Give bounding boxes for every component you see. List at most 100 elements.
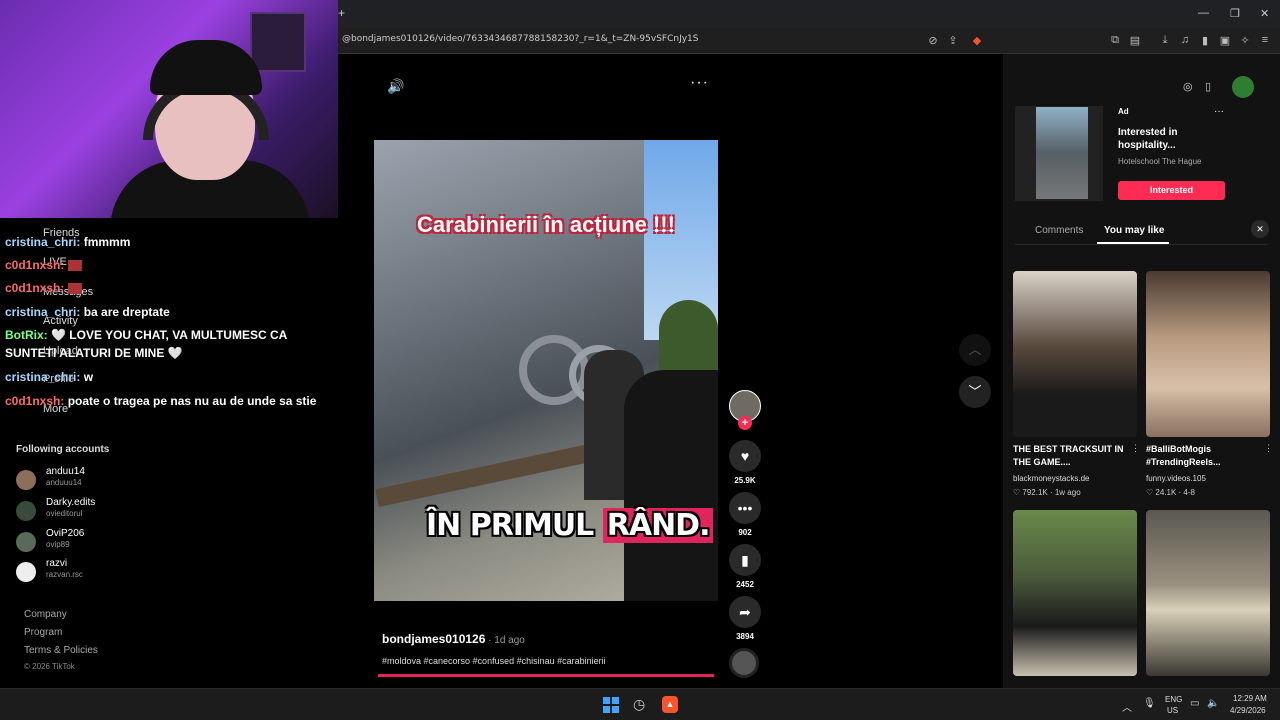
address-bar[interactable]: @bondjames010126/video/76334346877881582… [338,28,1280,54]
tab-comments[interactable]: Comments [1035,225,1083,236]
account-name: Darky.edits [46,497,96,508]
following-account[interactable]: Darky.edits ovieditorul [16,497,176,525]
language-region[interactable]: US [1167,706,1178,715]
chat-line: cristina_chri: fmmmm [5,235,131,249]
leo-icon[interactable]: ✧ [1238,34,1252,47]
phone-icon[interactable]: ▯ [1205,80,1211,93]
extensions-icon[interactable]: ⧉ [1108,34,1122,47]
chat-line: cristina_chri: w [5,370,94,384]
download-icon[interactable]: ⤓ [1158,34,1172,47]
video-thumbnail[interactable] [1013,510,1137,676]
tab-you-may-like[interactable]: You may like [1104,225,1164,236]
following-account[interactable]: anduu14 anduuu14 [16,466,176,494]
brave-shields-icon[interactable]: ◆ [970,34,984,47]
volume-icon[interactable]: 🔊 [387,78,404,95]
avatar [16,562,36,582]
rec-more-icon[interactable]: ⋮ [1264,443,1273,454]
previous-video-icon[interactable]: ︿ [959,334,991,366]
rec-title[interactable]: THE BEST TRACKSUIT IN THE GAME.... [1013,443,1129,469]
recommended-video[interactable] [1146,510,1270,676]
share-arrow-icon[interactable]: ➦ [729,596,761,628]
avatar [16,532,36,552]
like-count: 25.9K [734,476,756,485]
rec-stats: ♡ 24.1K · 4-8 [1146,488,1195,497]
account-name: OviP206 [46,528,85,539]
following-account[interactable]: razvi razvan.rsc [16,558,176,586]
no-audio-icon[interactable]: ⊘ [926,34,940,47]
follow-plus-icon[interactable]: + [738,416,752,430]
recommended-video[interactable]: THE BEST TRACKSUIT IN THE GAME.... ⋮ bla… [1013,271,1140,497]
video-author[interactable]: bondjames010126 · 1d ago [382,632,525,646]
next-video-icon[interactable]: ﹀ [959,376,991,408]
webcam-overlay [0,0,338,218]
ad-label: Ad [1118,107,1129,116]
comment-icon[interactable]: ••• [729,492,761,524]
avatar [16,501,36,521]
close-panel-icon[interactable]: ✕ [1251,220,1269,238]
app-icon[interactable]: ◷ [633,696,645,713]
like-icon[interactable]: ♥ [729,440,761,472]
comment-count: 902 [738,528,752,537]
recommended-video[interactable] [1013,510,1137,676]
music-disc-icon[interactable] [729,648,759,678]
chat-line: c0d1nxsh: [5,281,82,295]
video-progress-bar[interactable] [378,674,714,677]
emote-icon [67,283,82,295]
reader-icon[interactable]: ▤ [1128,34,1142,47]
wall-picture [250,12,306,72]
video-thumbnail[interactable] [1146,271,1270,437]
user-avatar[interactable] [1232,76,1254,98]
video-thumbnail[interactable] [1013,271,1137,437]
footer-company[interactable]: Company [24,609,67,620]
new-tab-icon[interactable]: + [338,6,345,20]
clock-time[interactable]: 12:29 AM [1233,694,1267,703]
microphone-icon[interactable]: 🎙 [1143,698,1156,709]
video-caption-top: Carabinierii în acțiune !!! [417,212,675,237]
ad-more-icon[interactable]: ··· [1214,106,1224,117]
caption-text: ÎN PRIMUL [426,508,603,543]
video-thumbnail[interactable] [1146,510,1270,676]
share-icon[interactable]: ⇪ [946,34,960,47]
ad-title[interactable]: Interested in hospitality... [1118,126,1218,152]
restore-icon[interactable]: ❐ [1230,7,1240,20]
save-count: 2452 [736,580,754,589]
music-icon[interactable]: ♫ [1178,34,1192,46]
more-options-icon[interactable]: ··· [690,74,709,92]
minimize-icon[interactable]: — [1198,7,1209,19]
account-handle: ovip89 [46,540,70,549]
rec-author[interactable]: blackmoneystacks.de [1013,474,1089,483]
sidebar-icon[interactable]: ▮ [1198,34,1212,47]
recommended-video[interactable]: #BalliBotMogis #TrendingReels... ⋮ funny… [1146,271,1273,497]
ad-sponsor: Hotelschool The Hague [1118,157,1202,166]
menu-icon[interactable]: ≡ [1258,34,1272,46]
url-text[interactable]: @bondjames010126/video/76334346877881582… [342,34,699,44]
footer-copyright: © 2026 TikTok [24,662,75,671]
windows-start-icon[interactable] [603,697,619,713]
close-window-icon[interactable]: ✕ [1260,7,1269,20]
coin-icon[interactable]: ◎ [1183,80,1193,93]
brave-browser-icon[interactable]: ▲ [662,696,678,713]
account-handle: ovieditorul [46,509,83,518]
tray-overflow-icon[interactable]: ︿ [1122,699,1132,714]
rec-title[interactable]: #BalliBotMogis #TrendingReels... [1146,443,1262,469]
chat-line: c0d1nxsh: poate o tragea pe nas nu au de… [5,394,317,408]
video-hashtags[interactable]: #moldova #canecorso #confused #chisinau … [382,656,606,666]
video-player[interactable]: Carabinierii în acțiune !!! ÎN PRIMUL RÂ… [374,140,718,601]
footer-terms[interactable]: Terms & Policies [24,645,98,656]
interested-button[interactable]: Interested [1118,181,1225,200]
rec-author[interactable]: funny.videos.105 [1146,474,1206,483]
share-count: 3894 [736,632,754,641]
author-name[interactable]: bondjames010126 [382,632,485,646]
bookmark-icon[interactable]: ▮ [729,544,761,576]
network-icon[interactable]: ▭ [1190,698,1199,709]
caption-highlight: RÂND. [602,508,714,543]
following-account[interactable]: OviP206 ovip89 [16,528,176,556]
chat-line: BotRix: 🤍 LOVE YOU CHAT, VA MULTUMESC CA [5,328,288,342]
language-code[interactable]: ENG [1165,695,1182,704]
rec-more-icon[interactable]: ⋮ [1131,443,1140,454]
rec-stats: ♡ 792.1K · 1w ago [1013,488,1081,497]
speaker-icon[interactable]: 🔈 [1207,698,1219,709]
wallet-icon[interactable]: ▣ [1218,34,1232,47]
footer-program[interactable]: Program [24,627,62,638]
clock-date[interactable]: 4/29/2026 [1230,706,1266,715]
